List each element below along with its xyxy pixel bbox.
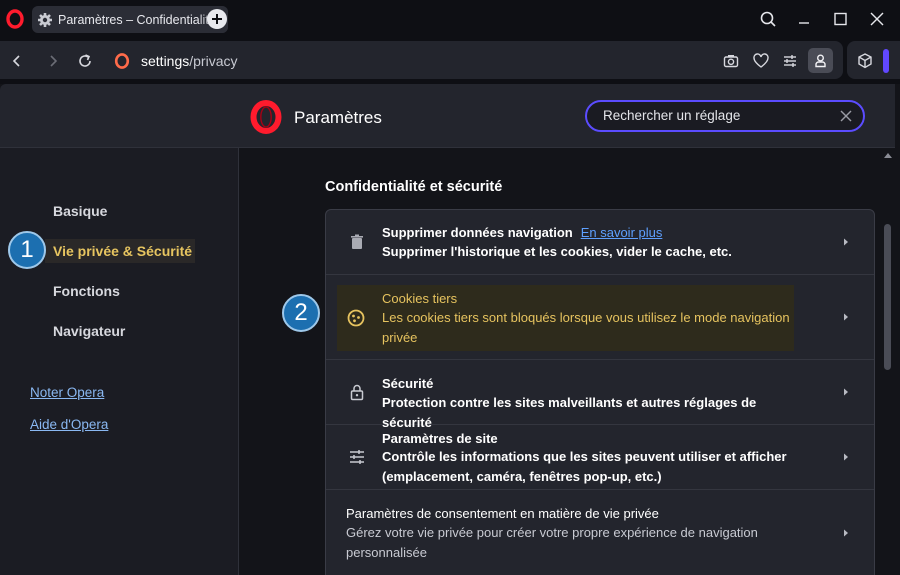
third-party-cookies-row[interactable]: Cookies tiers Les cookies tiers sont blo… [326, 275, 874, 360]
row-title: Sécurité [382, 376, 434, 391]
forward-icon[interactable] [44, 52, 62, 70]
url-text[interactable]: settings/privacy [141, 53, 237, 69]
chevron-right-icon [844, 313, 848, 321]
tab-strip: Paramètres – Confidentialité et sécurité [0, 0, 900, 38]
security-row[interactable]: Sécurité Protection contre les sites mal… [326, 360, 874, 430]
new-tab-button[interactable] [207, 9, 227, 29]
tune-icon [350, 450, 364, 464]
search-tabs-icon[interactable] [757, 8, 779, 30]
clear-search-icon[interactable] [839, 109, 853, 123]
extensions-cube-icon[interactable] [856, 52, 874, 70]
sidebar-item-basic[interactable]: Basique [53, 203, 107, 219]
back-icon[interactable] [8, 52, 26, 70]
address-row: settings/privacy [0, 38, 900, 84]
opera-help-link[interactable]: Aide d'Opera [30, 417, 108, 432]
sidebar-item-browser[interactable]: Navigateur [53, 323, 125, 339]
opera-menu-icon[interactable] [6, 9, 24, 29]
maximize-icon[interactable] [829, 8, 851, 30]
camera-icon[interactable] [722, 52, 740, 70]
row-title: Paramètres de site [382, 431, 498, 446]
scroll-thumb[interactable] [884, 224, 891, 370]
reload-icon[interactable] [76, 52, 94, 70]
scroll-up-icon[interactable] [884, 152, 892, 158]
easy-setup-icon[interactable] [781, 52, 799, 70]
rate-opera-link[interactable]: Noter Opera [30, 385, 104, 400]
chevron-right-icon [844, 453, 848, 461]
opera-logo-icon [250, 100, 282, 134]
settings-header: Paramètres [0, 84, 895, 148]
privacy-consent-row[interactable]: Paramètres de consentement en matière de… [326, 490, 874, 575]
user-icon [815, 54, 826, 68]
search-input[interactable] [603, 108, 823, 123]
clear-browsing-data-row[interactable]: Supprimer données navigation En savoir pl… [326, 210, 874, 275]
row-title: Supprimer données navigation [382, 225, 573, 240]
address-bar: settings/privacy [0, 41, 843, 79]
opera-site-icon [114, 53, 130, 69]
settings-main: Confidentialité et sécurité 2 Supprimer … [240, 148, 881, 575]
settings-sidebar: Basique Vie privée & Sécurité Fonctions … [0, 148, 239, 575]
step-badge-1: 1 [8, 231, 46, 269]
chevron-right-icon [844, 529, 848, 537]
section-title: Confidentialité et sécurité [325, 179, 503, 195]
profile-button[interactable] [808, 48, 833, 73]
sidebar-item-features[interactable]: Fonctions [53, 283, 120, 299]
extensions-area [847, 41, 900, 79]
row-title: Paramètres de consentement en matière de… [346, 506, 659, 521]
tab-settings[interactable]: Paramètres – Confidentialité et sécurité [32, 6, 228, 33]
row-description: Supprimer l'historique et les cookies, v… [382, 244, 732, 259]
site-settings-row[interactable]: Paramètres de site Contrôle les informat… [326, 425, 874, 490]
chevron-right-icon [844, 388, 848, 396]
privacy-card: Supprimer données navigation En savoir pl… [325, 209, 875, 575]
scrollbar[interactable] [881, 148, 895, 575]
row-title: Cookies tiers [382, 291, 458, 306]
page-title: Paramètres [294, 108, 382, 127]
row-description: Contrôle les informations que les sites … [382, 449, 787, 484]
row-description: Gérez votre vie privée pour créer votre … [346, 525, 758, 560]
gear-icon [38, 12, 52, 27]
minimize-icon[interactable] [793, 8, 815, 30]
row-description: Les cookies tiers sont bloqués lorsque v… [382, 310, 790, 345]
learn-more-link[interactable]: En savoir plus [581, 225, 663, 240]
close-window-icon[interactable] [866, 8, 888, 30]
sidebar-item-privacy[interactable]: Vie privée & Sécurité [53, 243, 192, 259]
lock-icon [350, 384, 364, 401]
step-badge-2: 2 [282, 294, 320, 332]
settings-search[interactable] [585, 100, 865, 132]
heart-icon[interactable] [752, 52, 770, 70]
sidebar-toggle[interactable] [883, 49, 889, 73]
chevron-right-icon [844, 238, 848, 246]
cookie-icon [347, 309, 365, 327]
trash-icon [351, 234, 363, 249]
